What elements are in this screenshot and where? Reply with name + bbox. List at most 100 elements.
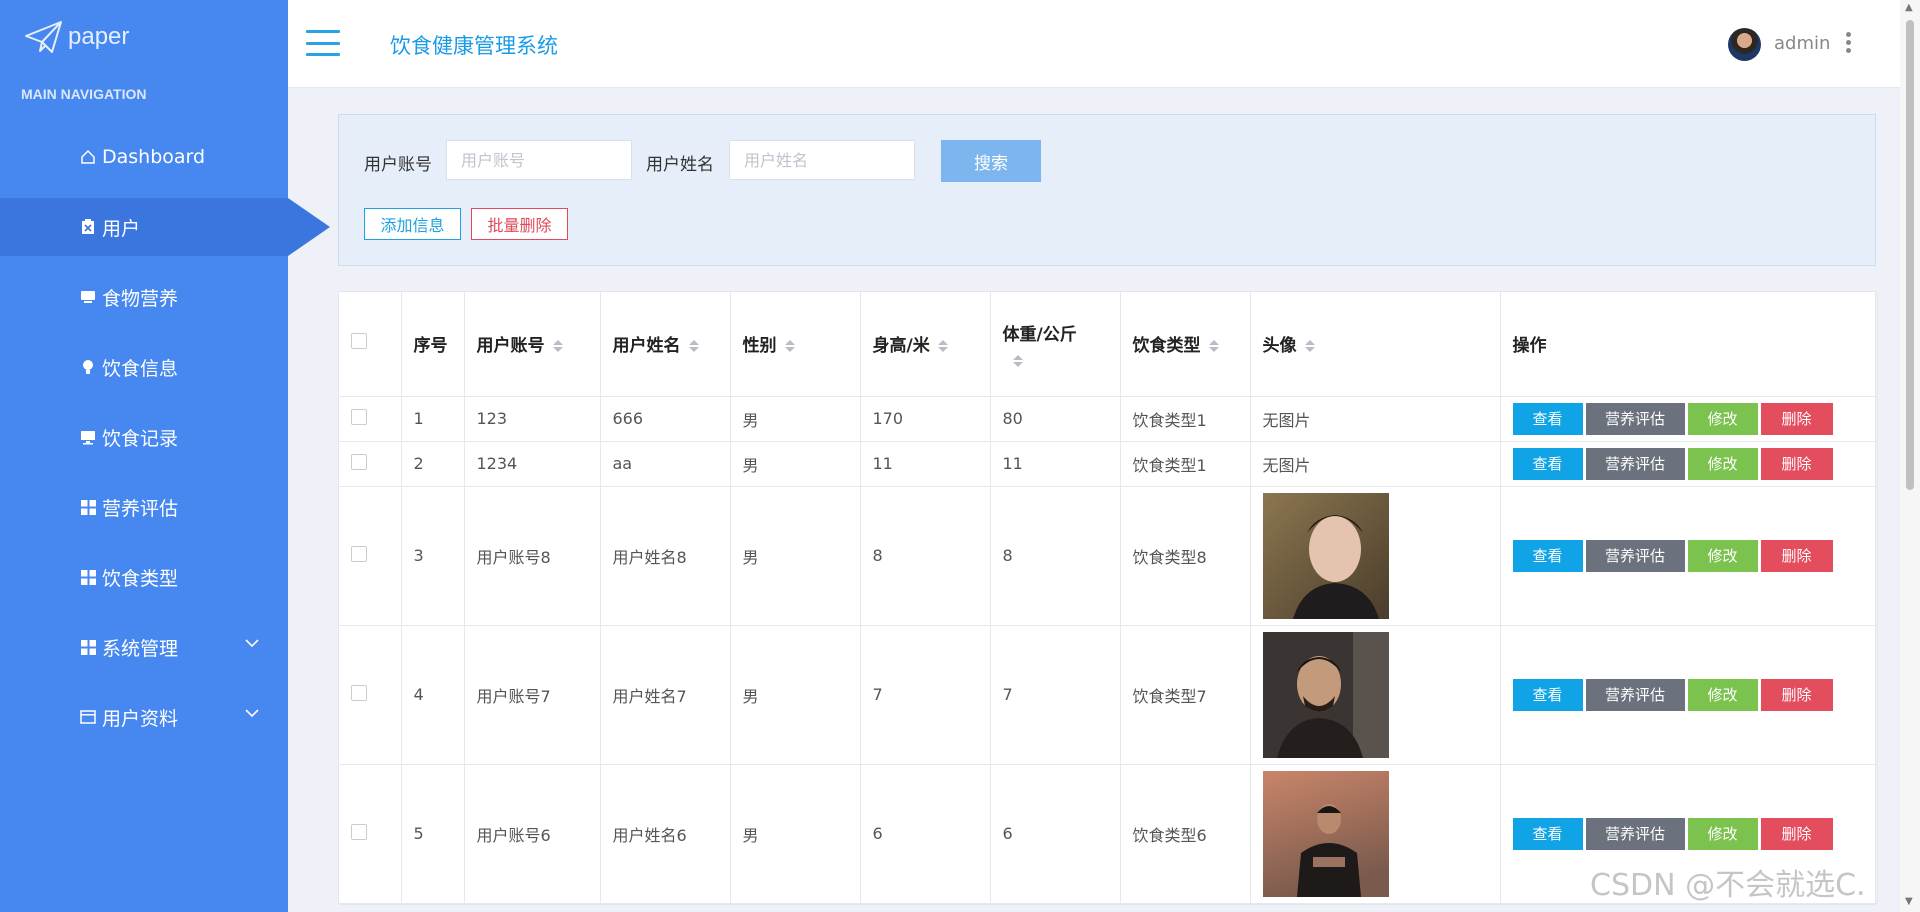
sort-icon[interactable]	[1208, 340, 1219, 353]
cell-height: 8	[860, 486, 991, 626]
chevron-down-icon[interactable]	[244, 708, 260, 718]
menu-toggle-icon[interactable]	[306, 30, 340, 56]
cell-index: 1	[401, 396, 465, 442]
scroll-up-icon[interactable]: ▲	[1905, 2, 1913, 13]
table-header-row: 序号 用户账号 用户姓名 性别 身高/米 体重/公斤 饮食类型 头像 操作	[339, 292, 1878, 397]
nav-heading: MAIN NAVIGATION	[21, 86, 147, 102]
logo-text: paper	[68, 23, 130, 50]
cell-index: 4	[401, 625, 465, 765]
row-checkbox[interactable]	[351, 823, 367, 840]
sidebar-item-diet-record[interactable]: 饮食记录	[0, 408, 288, 466]
row-checkbox[interactable]	[351, 453, 367, 470]
col-label: 体重/公斤	[1002, 325, 1077, 346]
bulb-icon	[80, 359, 96, 375]
sort-icon[interactable]	[1304, 340, 1315, 353]
add-info-button[interactable]: 添加信息	[364, 208, 461, 240]
delete-button[interactable]: 删除	[1760, 817, 1833, 850]
col-gender[interactable]: 性别	[730, 292, 861, 397]
sort-icon[interactable]	[552, 340, 563, 353]
sidebar-item-food-nutrition[interactable]: 食物营养	[0, 268, 288, 326]
cell-avatar: 无图片	[1250, 441, 1501, 487]
nutrition-eval-button[interactable]: 营养评估	[1585, 817, 1685, 850]
batch-delete-button[interactable]: 批量删除	[471, 208, 568, 240]
more-options-icon[interactable]	[1846, 32, 1852, 56]
row-checkbox[interactable]	[351, 684, 367, 701]
cell-index: 3	[401, 486, 465, 626]
cell-weight: 6	[990, 764, 1121, 904]
col-diet-type[interactable]: 饮食类型	[1120, 292, 1251, 397]
search-button[interactable]: 搜索	[941, 140, 1041, 182]
nutrition-eval-button[interactable]: 营养评估	[1585, 447, 1685, 480]
scroll-down-icon[interactable]: ▼	[1905, 896, 1913, 907]
view-button[interactable]: 查看	[1512, 817, 1583, 850]
cell-weight: 8	[990, 486, 1121, 626]
name-search-input[interactable]	[729, 140, 915, 180]
sidebar-item-nutrition-eval[interactable]: 营养评估	[0, 478, 288, 536]
user-table: 序号 用户账号 用户姓名 性别 身高/米 体重/公斤 饮食类型 头像 操作 1 …	[338, 291, 1878, 905]
watermark: CSDN @不会就选C.	[1590, 868, 1866, 903]
sidebar-item-users[interactable]: 用户	[0, 198, 330, 256]
col-height[interactable]: 身高/米	[860, 292, 991, 397]
monitor-icon	[80, 429, 96, 445]
col-avatar[interactable]: 头像	[1250, 292, 1501, 397]
col-label: 用户姓名	[612, 336, 681, 357]
edit-button[interactable]: 修改	[1687, 817, 1758, 850]
row-checkbox[interactable]	[351, 408, 367, 425]
sidebar-item-label: 系统管理	[102, 637, 179, 660]
scroll-thumb[interactable]	[1906, 20, 1914, 490]
nutrition-eval-button[interactable]: 营养评估	[1585, 402, 1685, 435]
sidebar-item-diet-type[interactable]: 饮食类型	[0, 548, 288, 606]
page-scrollbar[interactable]: ▲ ▼	[1900, 0, 1920, 912]
edit-button[interactable]: 修改	[1687, 678, 1758, 711]
cell-height: 7	[860, 625, 991, 765]
select-all-checkbox[interactable]	[351, 333, 367, 350]
cell-avatar	[1250, 486, 1501, 626]
avatar-photo[interactable]	[1262, 770, 1389, 897]
avatar-photo[interactable]	[1262, 631, 1389, 758]
delete-button[interactable]: 删除	[1760, 447, 1833, 480]
sidebar-item-system[interactable]: 系统管理	[0, 618, 288, 676]
clipboard-icon	[80, 219, 96, 235]
sort-icon[interactable]	[937, 340, 948, 353]
view-button[interactable]: 查看	[1512, 402, 1583, 435]
edit-button[interactable]: 修改	[1687, 539, 1758, 572]
sidebar-item-label: 食物营养	[102, 287, 179, 310]
sort-icon[interactable]	[1012, 355, 1023, 368]
cell-gender: 男	[730, 441, 861, 487]
view-button[interactable]: 查看	[1512, 447, 1583, 480]
chevron-down-icon[interactable]	[244, 638, 260, 648]
delete-button[interactable]: 删除	[1760, 402, 1833, 435]
sidebar-item-label: 饮食信息	[102, 357, 179, 380]
delete-button[interactable]: 删除	[1760, 678, 1833, 711]
col-name[interactable]: 用户姓名	[600, 292, 731, 397]
account-search-input[interactable]	[446, 140, 632, 180]
sidebar-item-dashboard[interactable]: Dashboard	[0, 128, 288, 186]
cell-weight: 11	[990, 441, 1121, 487]
avatar[interactable]	[1728, 28, 1761, 61]
col-account[interactable]: 用户账号	[464, 292, 601, 397]
cell-account: 1234	[464, 441, 601, 487]
view-button[interactable]: 查看	[1512, 539, 1583, 572]
sidebar-item-user-profile[interactable]: 用户资料	[0, 688, 288, 746]
view-button[interactable]: 查看	[1512, 678, 1583, 711]
edit-button[interactable]: 修改	[1687, 402, 1758, 435]
logo[interactable]: paper	[24, 20, 129, 54]
sort-icon[interactable]	[784, 340, 795, 353]
home-icon	[80, 149, 96, 165]
row-checkbox[interactable]	[351, 545, 367, 562]
sidebar-item-label: Dashboard	[102, 146, 206, 168]
nutrition-eval-button[interactable]: 营养评估	[1585, 539, 1685, 572]
col-weight[interactable]: 体重/公斤	[990, 292, 1121, 397]
edit-button[interactable]: 修改	[1687, 447, 1758, 480]
nutrition-eval-button[interactable]: 营养评估	[1585, 678, 1685, 711]
username[interactable]: admin	[1774, 33, 1830, 54]
cell-actions: 查看 营养评估 修改 删除	[1500, 625, 1878, 765]
cell-height: 170	[860, 396, 991, 442]
col-label: 用户账号	[476, 336, 545, 357]
sidebar-item-diet-info[interactable]: 饮食信息	[0, 338, 288, 396]
cell-gender: 男	[730, 625, 861, 765]
sort-icon[interactable]	[688, 340, 699, 353]
avatar-photo[interactable]	[1262, 492, 1389, 619]
delete-button[interactable]: 删除	[1760, 539, 1833, 572]
search-panel: 用户账号 用户姓名 搜索 添加信息 批量删除	[338, 114, 1876, 266]
